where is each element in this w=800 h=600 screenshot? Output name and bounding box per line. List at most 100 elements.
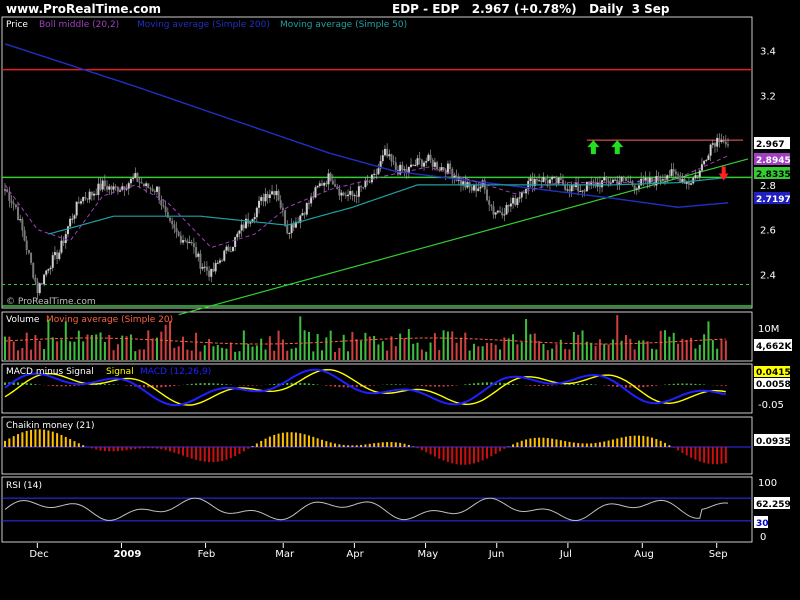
price-value-tag: 2.7197 [756,195,791,205]
volume-bar [564,348,567,360]
volume-bar [585,341,588,360]
chaikin-bar [377,442,380,447]
price-candle [431,159,434,167]
chaikin-bar [155,447,158,449]
chaikin-bar [412,446,415,447]
chaikin-bar [590,443,593,447]
volume-bar [486,342,488,360]
macd-histogram-bar [655,385,658,386]
price-candle [277,190,280,201]
volume-bar [320,350,323,360]
volume-bar [281,339,284,360]
price-candle [281,207,284,211]
chaikin-bar [203,447,206,462]
price-y-tick: 2.8 [760,181,776,192]
chaikin-bar [468,447,471,465]
price-candle [242,224,245,229]
price-candle [410,164,413,167]
price-candle [362,187,365,189]
volume-bar [438,350,441,360]
macd-histogram-bar [724,385,727,386]
price-candle [271,191,274,195]
macd-histogram-bar [286,382,289,385]
chaikin-bar [386,442,389,447]
macd-histogram-bar [685,383,688,385]
price-candle [77,201,80,204]
price-candle [245,218,247,229]
volume-bar [125,336,128,360]
price-candle [216,262,219,264]
macd-histogram-bar [129,385,132,387]
volume-bar [499,349,502,360]
volume-bar [303,330,306,360]
chaikin-bar [603,441,606,447]
volume-bar [221,347,224,360]
volume-bar [73,341,76,360]
volume-bar [481,346,484,360]
volume-bar [664,330,667,360]
price-candle [583,190,586,192]
macd-histogram-bar [4,382,6,385]
price-candle [449,163,452,170]
volume-bar [716,348,719,360]
price-candle [423,162,426,167]
chaikin-bar [242,447,245,452]
volume-bar [685,339,688,360]
volume-bar [590,342,593,360]
chaikin-bar [47,430,50,447]
price-candle [446,163,449,174]
price-candle [184,240,187,242]
price-candle [95,193,98,195]
chaikin-bar [125,447,128,451]
price-candle [264,193,267,202]
volume-bar [212,346,215,360]
volume-bar [446,331,449,360]
macd-histogram-bar [720,385,723,386]
price-candle [381,155,384,162]
price-candle [114,186,117,188]
price-candle [535,179,538,181]
price-candle [674,171,677,175]
price-candle [720,140,723,142]
volume-bar [581,330,584,360]
price-candle [342,192,345,195]
volume-bar [21,347,24,360]
stock-chart[interactable]: Price Boll middle (20,2) Moving average (S… [0,0,800,600]
volume-bar [147,330,150,360]
price-candle [258,200,261,208]
chaikin-bar [90,447,93,449]
month-label: Apr [346,549,364,560]
price-candle [53,252,56,256]
macd-histogram-bar [690,383,693,385]
macd-histogram-bar [499,382,502,385]
chaikin-bar [229,447,232,459]
volume-value-tag: 4,662K [756,342,792,352]
chaikin-bar [494,447,497,454]
month-label: Mar [275,549,295,560]
price-candle [727,144,729,146]
chaikin-bar [390,442,393,447]
volume-bar [112,350,115,360]
price-candle [34,277,37,282]
volume-bar [655,349,658,360]
rsi-legend: RSI (14) [6,481,42,491]
price-candle [132,177,135,179]
price-candle [477,188,480,192]
price-candle [407,166,410,173]
price-candle [546,180,549,184]
chaikin-bar [116,447,119,452]
price-candle [231,246,234,252]
price-candle [320,183,323,186]
volume-bar [268,336,271,360]
macd-histogram-bar [25,383,28,385]
price-y-tick: 2.4 [760,270,776,281]
price-candle [36,281,39,294]
chaikin-bar [112,447,115,452]
price-candle [520,192,523,198]
macd-histogram-bar [103,384,106,385]
volume-bar [698,344,701,360]
chaikin-bar [525,439,528,447]
price-candle [290,223,293,234]
macd-value-tag-2: 0.0058 [756,380,791,390]
price-candle [318,183,321,187]
